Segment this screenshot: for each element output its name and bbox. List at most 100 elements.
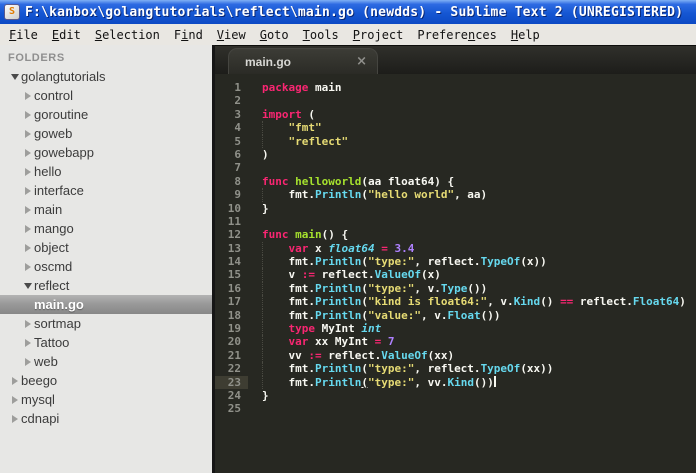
triangle-collapsed-icon[interactable]: [21, 186, 34, 195]
sidebar-item-goroutine[interactable]: goroutine: [0, 105, 212, 124]
code-line-23[interactable]: 23 fmt.Println("type:", vv.Kind()): [215, 375, 696, 389]
triangle-collapsed-icon[interactable]: [21, 205, 34, 214]
menu-item-find[interactable]: Find: [167, 26, 210, 44]
triangle-collapsed-icon[interactable]: [8, 414, 21, 423]
sidebar-item-main[interactable]: main: [0, 200, 212, 219]
sidebar-item-label: main: [34, 202, 63, 217]
code-line-14[interactable]: 14 fmt.Println("type:", reflect.TypeOf(x…: [215, 255, 696, 269]
sidebar-item-label: interface: [34, 183, 84, 198]
triangle-collapsed-icon[interactable]: [21, 91, 34, 100]
code-line-25[interactable]: 25: [215, 402, 696, 415]
triangle-collapsed-icon[interactable]: [8, 376, 21, 385]
editor-pane: main.go × 1 package main 2 3 import (4 "fmt"…: [215, 45, 696, 473]
code-text: type MyInt int: [262, 322, 381, 336]
triangle-collapsed-icon[interactable]: [21, 167, 34, 176]
menu-item-preferences[interactable]: Preferences: [410, 26, 504, 44]
code-line-11[interactable]: 11: [215, 215, 696, 228]
sidebar-item-control[interactable]: control: [0, 86, 212, 105]
code-line-8[interactable]: 8 func helloworld(aa float64) {: [215, 175, 696, 188]
code-line-4[interactable]: 4 "fmt": [215, 121, 696, 135]
sidebar-item-mysql[interactable]: mysql: [0, 390, 212, 409]
sidebar-item-beego[interactable]: beego: [0, 371, 212, 390]
code-line-13[interactable]: 13 var x float64 = 3.4: [215, 241, 696, 256]
code-line-19[interactable]: 19 type MyInt int: [215, 322, 696, 336]
sidebar-item-reflect[interactable]: reflect: [0, 276, 212, 295]
line-number: 25: [227, 402, 241, 416]
sidebar-item-cdnapi[interactable]: cdnapi: [0, 409, 212, 428]
sidebar-item-tattoo[interactable]: Tattoo: [0, 333, 212, 352]
menu-item-goto[interactable]: Goto: [253, 26, 296, 44]
sidebar-item-label: mysql: [21, 392, 55, 407]
sidebar: FOLDERS golangtutorials control goroutine g…: [0, 45, 215, 473]
menu-item-help[interactable]: Help: [504, 26, 547, 44]
code-line-10[interactable]: 10}: [215, 202, 696, 215]
line-number: 20: [227, 335, 241, 349]
indent-guide: [262, 295, 263, 309]
sidebar-item-web[interactable]: web: [0, 352, 212, 371]
triangle-collapsed-icon[interactable]: [21, 243, 34, 252]
sidebar-item-label: goweb: [34, 126, 73, 141]
indent-guide: [262, 134, 263, 148]
indent-guide: [262, 255, 263, 269]
code-line-16[interactable]: 16 fmt.Println("type:", v.Type()): [215, 281, 696, 296]
sidebar-item-mango[interactable]: mango: [0, 219, 212, 238]
sidebar-item-object[interactable]: object: [0, 238, 212, 257]
sidebar-item-sortmap[interactable]: sortmap: [0, 314, 212, 333]
code-line-21[interactable]: 21 vv := reflect.ValueOf(xx): [215, 348, 696, 363]
close-icon[interactable]: ×: [356, 54, 367, 69]
triangle-collapsed-icon[interactable]: [21, 110, 34, 119]
sidebar-item-oscmd[interactable]: oscmd: [0, 257, 212, 276]
menu-item-selection[interactable]: Selection: [88, 26, 167, 44]
sidebar-item-interface[interactable]: interface: [0, 181, 212, 200]
code-text: fmt.Println("type:", v.Type()): [262, 281, 488, 296]
code-line-5[interactable]: 5 "reflect": [215, 134, 696, 148]
code-text: fmt.Println("type:", vv.Kind()): [262, 375, 496, 389]
code-line-1[interactable]: 1 package main: [215, 81, 696, 94]
menu-item-view[interactable]: View: [210, 26, 253, 44]
code-line-24[interactable]: 24}: [215, 389, 696, 402]
code-line-18[interactable]: 18 fmt.Println("value:", v.Float()): [215, 308, 696, 323]
triangle-collapsed-icon[interactable]: [21, 357, 34, 366]
sidebar-item-goweb[interactable]: goweb: [0, 124, 212, 143]
sidebar-item-hello[interactable]: hello: [0, 162, 212, 181]
tab-label: main.go: [245, 54, 292, 69]
code-line-3[interactable]: 3 import (: [215, 108, 696, 121]
title-bar[interactable]: S F:\kanbox\golangtutorials\reflect\main…: [0, 0, 696, 24]
triangle-expanded-icon[interactable]: [21, 282, 34, 289]
sidebar-item-main-go[interactable]: main.go: [0, 295, 212, 314]
code-line-12[interactable]: 12 func main() {: [215, 228, 696, 241]
sidebar-item-label: oscmd: [34, 259, 73, 274]
code-line-17[interactable]: 17 fmt.Println("kind is float64:", v.Kin…: [215, 295, 696, 309]
menu-item-edit[interactable]: Edit: [45, 26, 88, 44]
code-text: import (: [262, 107, 315, 121]
menu-item-tools[interactable]: Tools: [296, 26, 346, 44]
code-editor[interactable]: 1 package main 2 3 import (4 "fmt" 5 "reflect…: [215, 74, 696, 473]
triangle-collapsed-icon[interactable]: [21, 224, 34, 233]
code-line-2[interactable]: 2: [215, 94, 696, 107]
code-line-9[interactable]: 9 fmt.Println("hello world", aa): [215, 188, 696, 202]
sidebar-item-label: web: [34, 354, 58, 369]
tab-main-go[interactable]: main.go ×: [228, 48, 378, 74]
code-line-6[interactable]: 6): [215, 148, 696, 161]
menubar: File Edit Selection Find View Goto Tools Projec…: [0, 24, 696, 45]
code-line-20[interactable]: 20 var xx MyInt = 7: [215, 335, 696, 349]
sidebar-item-golangtutorials[interactable]: golangtutorials: [0, 67, 212, 86]
triangle-collapsed-icon[interactable]: [8, 395, 21, 404]
indent-guide: [262, 335, 263, 349]
triangle-collapsed-icon[interactable]: [21, 262, 34, 271]
code-text: "reflect": [262, 134, 348, 148]
menu-item-project[interactable]: Project: [346, 26, 411, 44]
triangle-collapsed-icon[interactable]: [21, 129, 34, 138]
triangle-expanded-icon[interactable]: [8, 73, 21, 80]
triangle-collapsed-icon[interactable]: [21, 338, 34, 347]
triangle-collapsed-icon[interactable]: [21, 319, 34, 328]
sidebar-item-gowebapp[interactable]: gowebapp: [0, 143, 212, 162]
code-line-15[interactable]: 15 v := reflect.ValueOf(x): [215, 268, 696, 282]
sidebar-item-label: mango: [34, 221, 74, 236]
window-icon[interactable]: S: [4, 4, 20, 20]
menu-item-file[interactable]: File: [2, 26, 45, 44]
line-number: 10: [227, 201, 241, 215]
code-line-22[interactable]: 22 fmt.Println("type:", reflect.TypeOf(x…: [215, 362, 696, 376]
triangle-collapsed-icon[interactable]: [21, 148, 34, 157]
code-line-7[interactable]: 7: [215, 161, 696, 174]
